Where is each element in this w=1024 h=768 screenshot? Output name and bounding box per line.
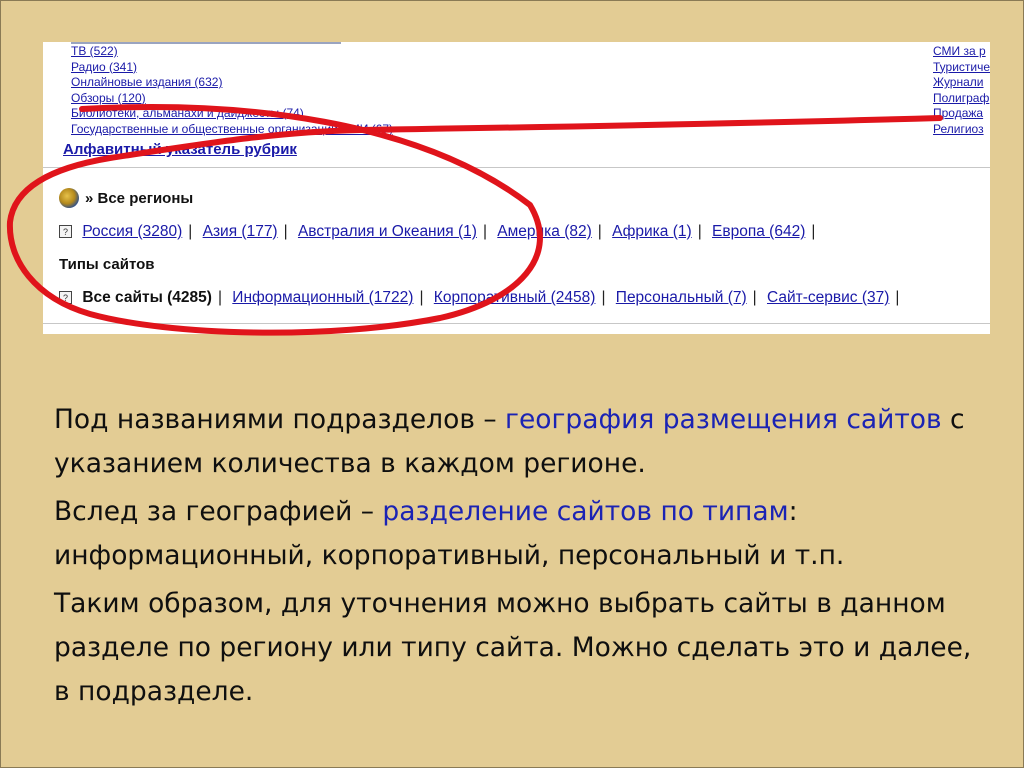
all-sites-label: Все сайты (4285) [82, 289, 212, 306]
region-link-europe[interactable]: Европа (642) [712, 223, 805, 240]
category-link-radio[interactable]: Радио (341) [71, 60, 393, 76]
category-link-right-1[interactable]: СМИ за р [933, 44, 990, 60]
category-link-right-2[interactable]: Туристиче [933, 60, 990, 76]
divider [43, 323, 990, 324]
category-list-left: ТВ (522) Радио (341) Онлайновые издания … [71, 44, 393, 137]
help-icon: ? [59, 225, 72, 239]
site-types-title: Типы сайтов [59, 256, 155, 273]
help-icon: ? [59, 291, 72, 305]
type-link-corporate[interactable]: Корпоративный (2458) [434, 289, 596, 306]
catalog-screenshot: ТВ (522) Радио (341) Онлайновые издания … [43, 42, 990, 334]
category-link-right-3[interactable]: Журнали [933, 75, 990, 91]
paragraph-types: Вслед за географией – разделение сайтов … [54, 496, 845, 571]
globe-icon [59, 188, 79, 208]
region-link-asia[interactable]: Азия (177) [203, 223, 278, 240]
category-link-reviews[interactable]: Обзоры (120) [71, 91, 393, 107]
region-link-russia[interactable]: Россия (3280) [82, 223, 182, 240]
category-link-right-4[interactable]: Полиграф [933, 91, 990, 107]
category-link-libraries[interactable]: Библиотеки, альманахи и дайджесты (74) [71, 106, 393, 122]
paragraph-geography: Под названиями подразделов – география р… [54, 404, 965, 479]
regions-title: » Все регионы [85, 190, 194, 207]
highlight-geography: география размещения сайтов [505, 404, 942, 435]
type-link-personal[interactable]: Персональный (7) [616, 289, 747, 306]
type-link-informational[interactable]: Информационный (1722) [232, 289, 413, 306]
explanation-text: Под названиями подразделов – география р… [54, 398, 974, 718]
category-link-online[interactable]: Онлайновые издания (632) [71, 75, 393, 91]
alphabet-index-link[interactable]: Алфавитный указатель рубрик [63, 141, 297, 158]
category-link-right-5[interactable]: Продажа [933, 106, 990, 122]
region-link-america[interactable]: Америка (82) [497, 223, 592, 240]
category-link-tv[interactable]: ТВ (522) [71, 44, 393, 60]
category-link-organizations[interactable]: Государственные и общественные организац… [71, 122, 393, 138]
site-types-row: ? Все сайты (4285) | Информационный (1722… [59, 289, 905, 307]
highlight-types: разделение сайтов по типам [382, 496, 789, 527]
region-link-australia[interactable]: Австралия и Океания (1) [298, 223, 477, 240]
category-link-right-6[interactable]: Религиоз [933, 122, 990, 138]
paragraph-summary: Таким образом, для уточнения можно выбра… [54, 588, 972, 707]
region-link-africa[interactable]: Африка (1) [612, 223, 692, 240]
category-list-right: СМИ за р Туристиче Журнали Полиграф Прод… [933, 44, 990, 137]
regions-row: ? Россия (3280) | Азия (177) | Австралия и… [59, 223, 821, 241]
divider [43, 167, 990, 168]
type-link-service[interactable]: Сайт-сервис (37) [767, 289, 889, 306]
